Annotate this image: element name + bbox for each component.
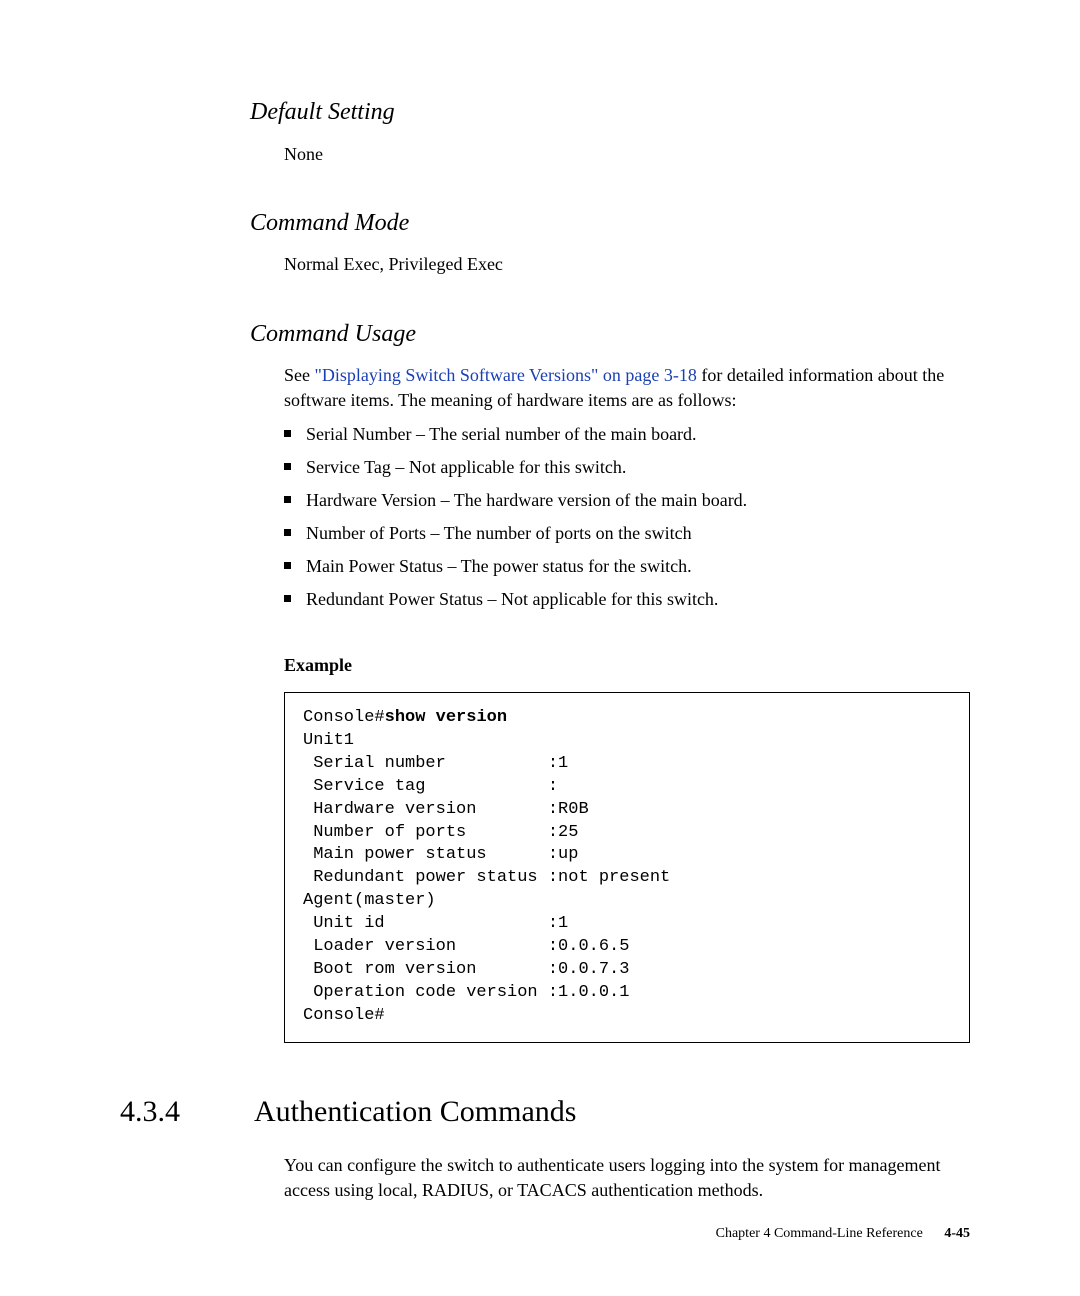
heading-default-setting: Default Setting [120, 96, 970, 130]
link-displaying-versions[interactable]: "Displaying Switch Software Versions" on… [315, 365, 697, 385]
usage-intro: See "Displaying Switch Software Versions… [284, 363, 970, 413]
code-example: Console#show version Unit1 Serial number… [284, 692, 970, 1043]
heading-command-mode: Command Mode [120, 207, 970, 241]
code-command: show version [385, 708, 507, 727]
section-title: Authentication Commands [254, 1091, 576, 1133]
command-mode-text: Normal Exec, Privileged Exec [284, 252, 970, 277]
example-label: Example [120, 653, 970, 678]
code-prompt: Console# [303, 708, 385, 727]
list-item: Service Tag – Not applicable for this sw… [284, 455, 970, 480]
code-output: Unit1 Serial number :1 Service tag : Har… [303, 731, 670, 1025]
list-item: Serial Number – The serial number of the… [284, 422, 970, 447]
list-item: Number of Ports – The number of ports on… [284, 521, 970, 546]
footer-chapter: Chapter 4 Command-Line Reference [716, 1226, 923, 1241]
list-item: Redundant Power Status – Not applicable … [284, 587, 970, 612]
section-body: You can configure the switch to authenti… [284, 1153, 970, 1203]
footer-page: 4-45 [944, 1226, 970, 1241]
section-number: 4.3.4 [120, 1091, 254, 1133]
default-setting-text: None [284, 142, 970, 167]
heading-command-usage: Command Usage [120, 318, 970, 352]
footer: Chapter 4 Command-Line Reference 4-45 [716, 1224, 970, 1244]
usage-intro-pre: See [284, 365, 315, 385]
list-item: Main Power Status – The power status for… [284, 554, 970, 579]
usage-bullets: Serial Number – The serial number of the… [284, 422, 970, 613]
list-item: Hardware Version – The hardware version … [284, 488, 970, 513]
